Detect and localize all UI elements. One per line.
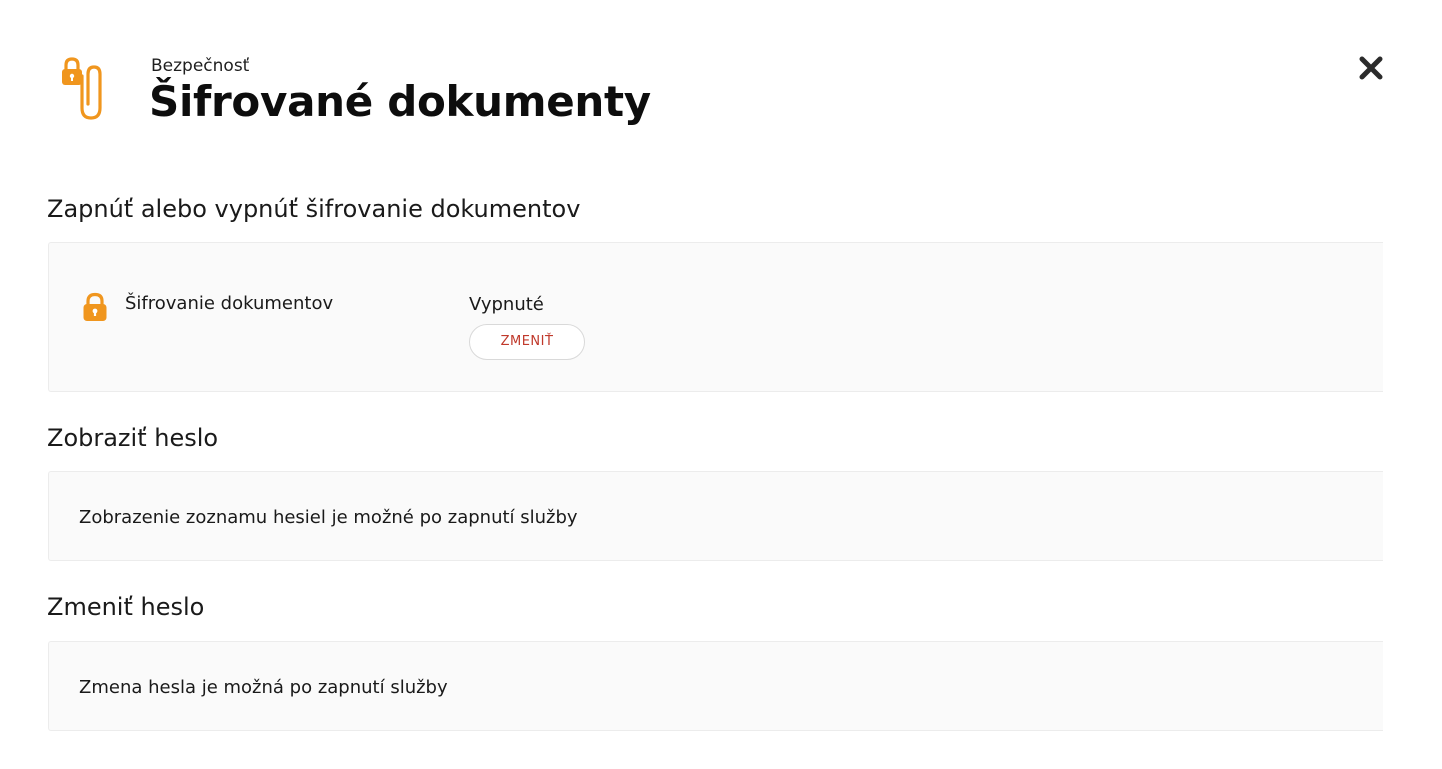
change-password-message: Zmena hesla je možná po zapnutí služby — [79, 677, 448, 698]
encrypted-documents-page: Bezpečnosť Šifrované dokumenty Zapnúť al… — [0, 0, 1442, 769]
section-title-show-password: Zobraziť heslo — [47, 424, 219, 452]
encryption-status: Vypnuté — [469, 294, 544, 315]
section-title-change-password: Zmeniť heslo — [47, 593, 205, 621]
page-title: Šifrované dokumenty — [149, 77, 651, 126]
show-password-panel: Zobrazenie zoznamu hesiel je možné po za… — [48, 471, 1383, 561]
close-icon — [1359, 56, 1383, 80]
close-button[interactable] — [1355, 52, 1387, 84]
encryption-setting-label: Šifrovanie dokumentov — [125, 293, 334, 314]
show-password-message: Zobrazenie zoznamu hesiel je možné po za… — [79, 507, 578, 528]
section-title-encryption: Zapnúť alebo vypnúť šifrovanie dokumento… — [47, 195, 581, 223]
change-encryption-button[interactable]: ZMENIŤ — [469, 324, 585, 360]
encryption-panel: Šifrovanie dokumentov Vypnuté ZMENIŤ — [48, 242, 1383, 392]
paperclip-lock-icon — [58, 52, 108, 124]
breadcrumb: Bezpečnosť — [151, 56, 250, 76]
change-password-panel: Zmena hesla je možná po zapnutí služby — [48, 641, 1383, 731]
lock-icon — [81, 292, 109, 322]
